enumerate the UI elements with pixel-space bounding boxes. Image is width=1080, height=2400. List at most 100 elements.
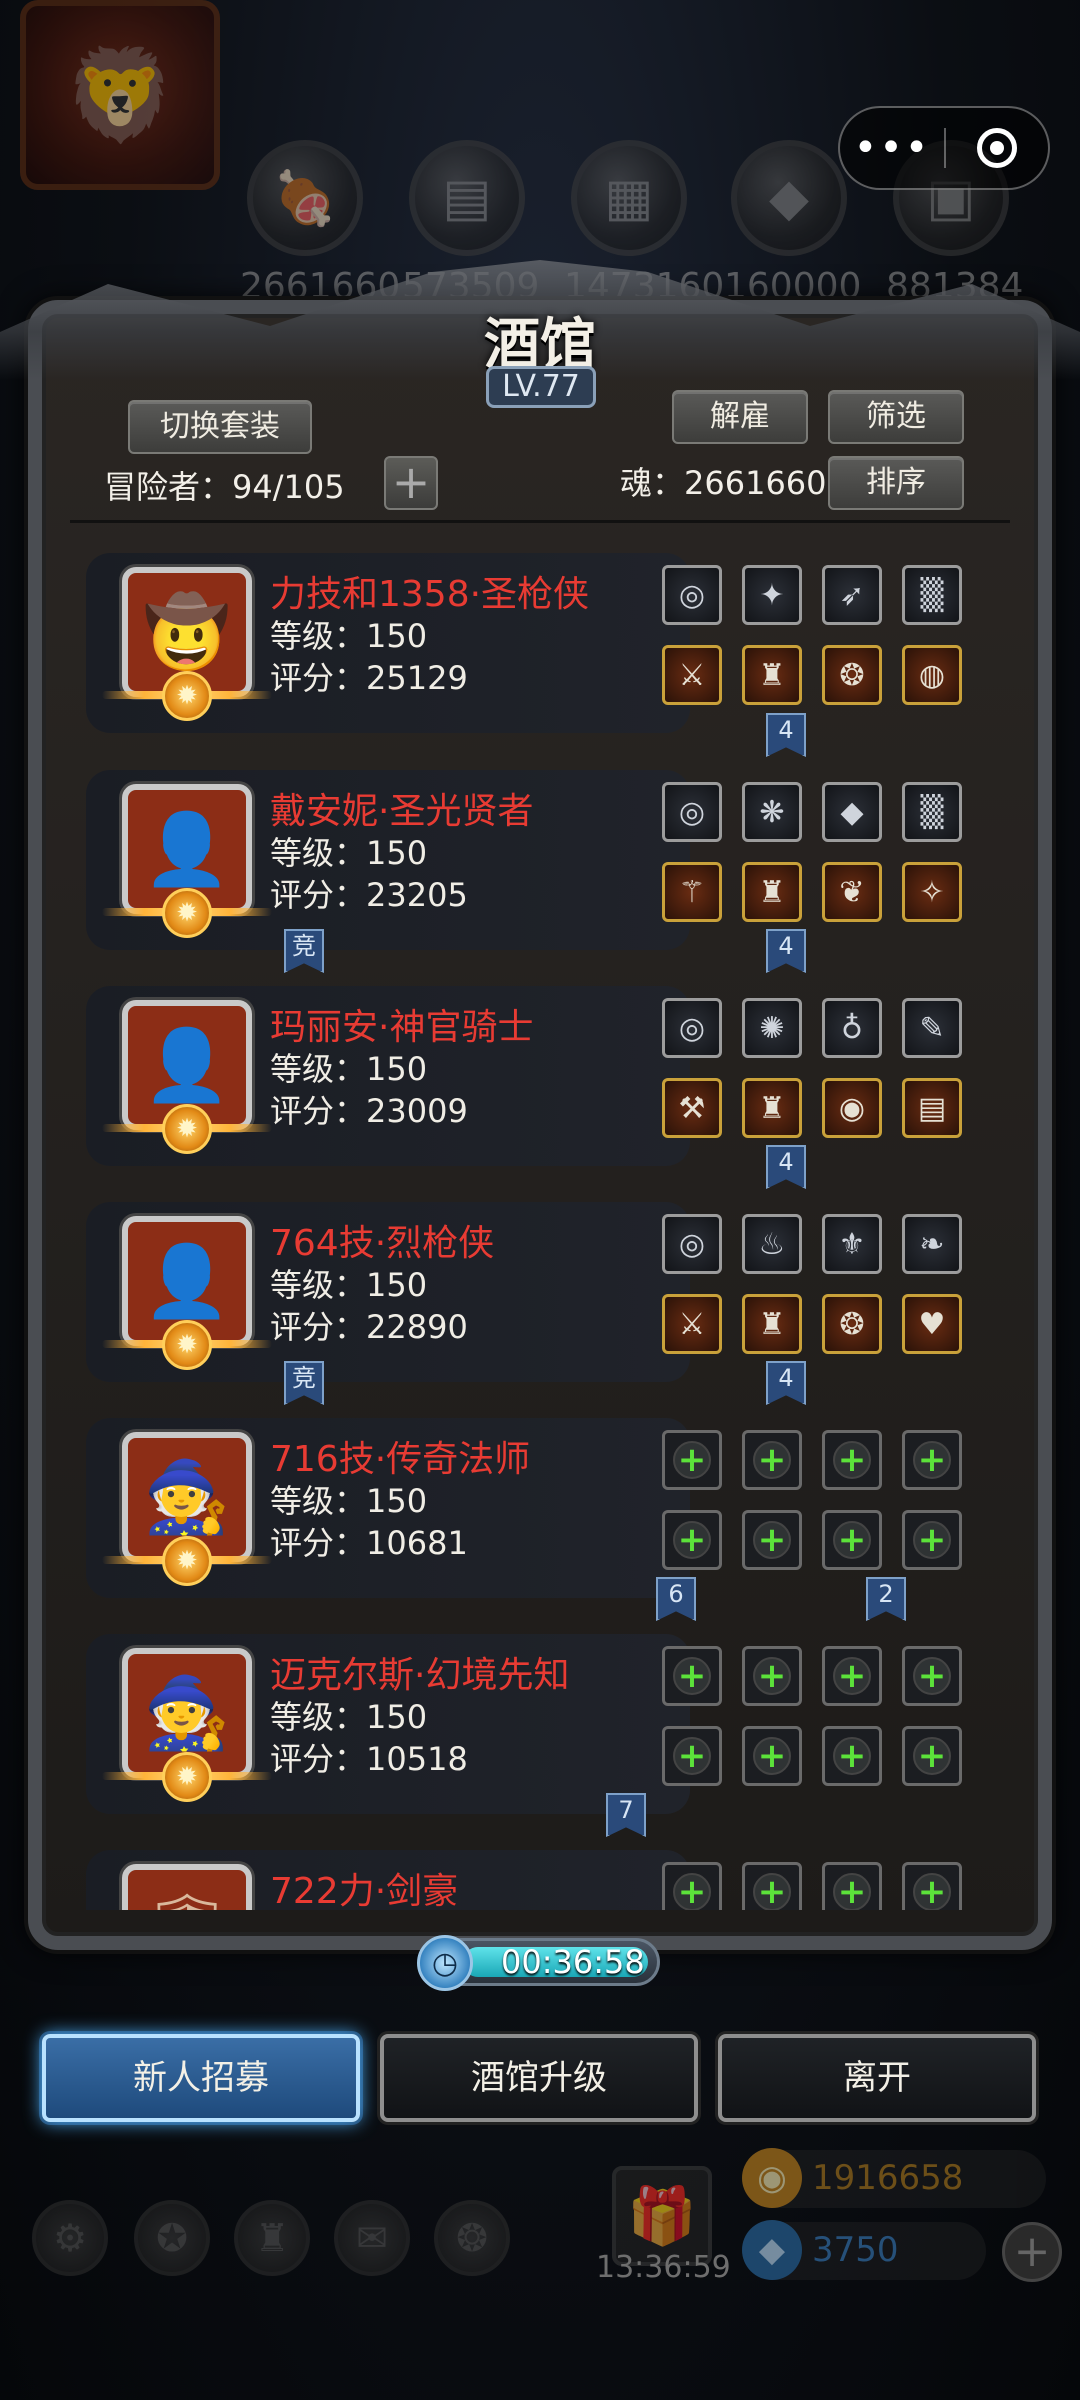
- add-equipment-icon: +: [753, 1736, 791, 1776]
- empty-equip-slot[interactable]: +: [662, 1510, 722, 1570]
- resource-crystal: ◆ 160000: [724, 140, 861, 307]
- equip-slot[interactable]: ♥: [902, 1294, 962, 1354]
- empty-equip-slot[interactable]: +: [742, 1862, 802, 1910]
- empty-equip-slot[interactable]: +: [822, 1510, 882, 1570]
- equip-slot[interactable]: ❧: [902, 1214, 962, 1274]
- empty-equip-slot[interactable]: +: [662, 1862, 722, 1910]
- equip-slot[interactable]: ✦: [742, 565, 802, 625]
- star-badge-icon[interactable]: ✪: [134, 2200, 210, 2276]
- equip-slot[interactable]: ❦: [822, 862, 882, 922]
- hero-name: 764技·烈枪侠: [270, 1223, 495, 1264]
- hero-list[interactable]: 🤠 ✹ 力技和1358·圣枪侠 等级：150 评分：25129 ◎ ✦ ➶ ▒ ⚔ ♜ ❂ ◍ 👤 ✹ 戴安妮…: [70, 525, 1010, 1910]
- gift-countdown: 13:36:59: [596, 2250, 731, 2285]
- add-equipment-icon: +: [753, 1656, 791, 1696]
- more-icon[interactable]: •••: [840, 125, 944, 171]
- mail-icon[interactable]: ✉: [334, 2200, 410, 2276]
- equip-slot[interactable]: ♜: [742, 1078, 802, 1138]
- add-equipment-icon: +: [673, 1656, 711, 1696]
- empty-equip-slot[interactable]: +: [742, 1510, 802, 1570]
- empty-equip-slot[interactable]: +: [822, 1862, 882, 1910]
- equip-slot[interactable]: ✎: [902, 998, 962, 1058]
- hero-name: 迈克尔斯·幻境先知: [270, 1655, 570, 1696]
- expand-capacity-button[interactable]: +: [384, 456, 438, 510]
- equip-slot[interactable]: ◆: [822, 782, 882, 842]
- equip-slot[interactable]: ♜: [742, 1294, 802, 1354]
- empty-equip-slot[interactable]: +: [822, 1646, 882, 1706]
- empty-equip-slot[interactable]: +: [662, 1646, 722, 1706]
- hero-portrait[interactable]: 🛡: [122, 1864, 252, 1910]
- add-equipment-icon: +: [753, 1440, 791, 1480]
- equip-slot[interactable]: ❂: [822, 1294, 882, 1354]
- equip-slot[interactable]: ◍: [902, 645, 962, 705]
- empty-equip-slot[interactable]: +: [822, 1726, 882, 1786]
- hero-score: 评分：22890: [270, 1308, 468, 1346]
- empty-equip-slot[interactable]: +: [902, 1646, 962, 1706]
- add-equipment-icon: +: [833, 1656, 871, 1696]
- gold-coin-icon: ◉: [742, 2148, 802, 2208]
- equip-slot[interactable]: ⚔: [662, 645, 722, 705]
- equip-slot[interactable]: ⚔: [662, 1294, 722, 1354]
- equip-slot[interactable]: ♨: [742, 1214, 802, 1274]
- equip-slot[interactable]: ▤: [902, 1078, 962, 1138]
- hero-name: 玛丽安·神官骑士: [270, 1007, 534, 1048]
- equip-slot[interactable]: ◎: [662, 1214, 722, 1274]
- meat-icon: 🍖: [247, 140, 363, 256]
- empty-equip-slot[interactable]: +: [742, 1726, 802, 1786]
- add-equipment-icon: +: [913, 1736, 951, 1776]
- sort-button[interactable]: 排序: [828, 456, 964, 510]
- empty-equip-slot[interactable]: +: [662, 1430, 722, 1490]
- guild-icon[interactable]: ❂: [434, 2200, 510, 2276]
- equip-slot[interactable]: ✧: [902, 862, 962, 922]
- empty-equip-slot[interactable]: +: [742, 1646, 802, 1706]
- castle-icon[interactable]: ♜: [234, 2200, 310, 2276]
- close-target-icon[interactable]: [946, 128, 1048, 168]
- hero-name: 722力·剑豪: [270, 1871, 459, 1910]
- equip-slot[interactable]: ◎: [662, 998, 722, 1058]
- hero-level: 等级：150: [270, 834, 428, 872]
- equip-slot[interactable]: ➶: [822, 565, 882, 625]
- equip-slot[interactable]: ❂: [822, 645, 882, 705]
- switch-outfit-button[interactable]: 切换套装: [128, 400, 312, 454]
- equip-slot[interactable]: ▒: [902, 782, 962, 842]
- add-equipment-icon: +: [753, 1520, 791, 1560]
- empty-equip-slot[interactable]: +: [902, 1510, 962, 1570]
- recruit-button[interactable]: 新人招募: [42, 2034, 360, 2122]
- empty-equip-slot[interactable]: +: [742, 1430, 802, 1490]
- empty-equip-slot[interactable]: +: [902, 1430, 962, 1490]
- enhance-count-flag: 2: [866, 1577, 906, 1621]
- timer-value: 00:36:58: [501, 1943, 645, 1981]
- dismiss-button[interactable]: 解雇: [672, 390, 808, 444]
- resource-meat: 🍖 2661660: [240, 140, 400, 307]
- equip-slot[interactable]: ♜: [742, 862, 802, 922]
- equip-slot[interactable]: ◉: [822, 1078, 882, 1138]
- adventurer-count: 冒险者：94/105: [104, 468, 345, 506]
- leave-button[interactable]: 离开: [718, 2034, 1036, 2122]
- enhance-count-flag: 4: [766, 1145, 806, 1189]
- enhance-count-flag: 4: [766, 1361, 806, 1405]
- empty-equip-slot[interactable]: +: [662, 1726, 722, 1786]
- equip-slot[interactable]: ♜: [742, 645, 802, 705]
- empty-equip-slot[interactable]: +: [902, 1726, 962, 1786]
- settings-gear-icon[interactable]: ⚙: [32, 2200, 108, 2276]
- filter-button[interactable]: 筛选: [828, 390, 964, 444]
- upgrade-tavern-button[interactable]: 酒馆升级: [380, 2034, 698, 2122]
- equip-slot[interactable]: ◎: [662, 782, 722, 842]
- add-currency-button[interactable]: +: [1002, 2222, 1062, 2282]
- equip-slot[interactable]: ✺: [742, 998, 802, 1058]
- rank-medal-icon: ✹: [162, 1320, 212, 1370]
- equip-slot[interactable]: ▒: [902, 565, 962, 625]
- recruit-timer: ◷ 00:36:58: [417, 1935, 660, 1991]
- hero-level: 等级：150: [270, 617, 428, 655]
- enhance-count-flag: 6: [656, 1577, 696, 1621]
- equip-slot[interactable]: ♁: [822, 998, 882, 1058]
- equip-slot[interactable]: ⚜: [822, 1214, 882, 1274]
- equip-slot[interactable]: ❋: [742, 782, 802, 842]
- tavern-level-badge: LV.77: [486, 366, 596, 408]
- hero-level: 等级：150: [270, 1482, 428, 1520]
- equip-slot[interactable]: ◎: [662, 565, 722, 625]
- equip-slot[interactable]: ⚚: [662, 862, 722, 922]
- empty-equip-slot[interactable]: +: [902, 1862, 962, 1910]
- equip-slot[interactable]: ⚒: [662, 1078, 722, 1138]
- empty-equip-slot[interactable]: +: [822, 1430, 882, 1490]
- soul-count: 魂：2661660: [620, 464, 827, 502]
